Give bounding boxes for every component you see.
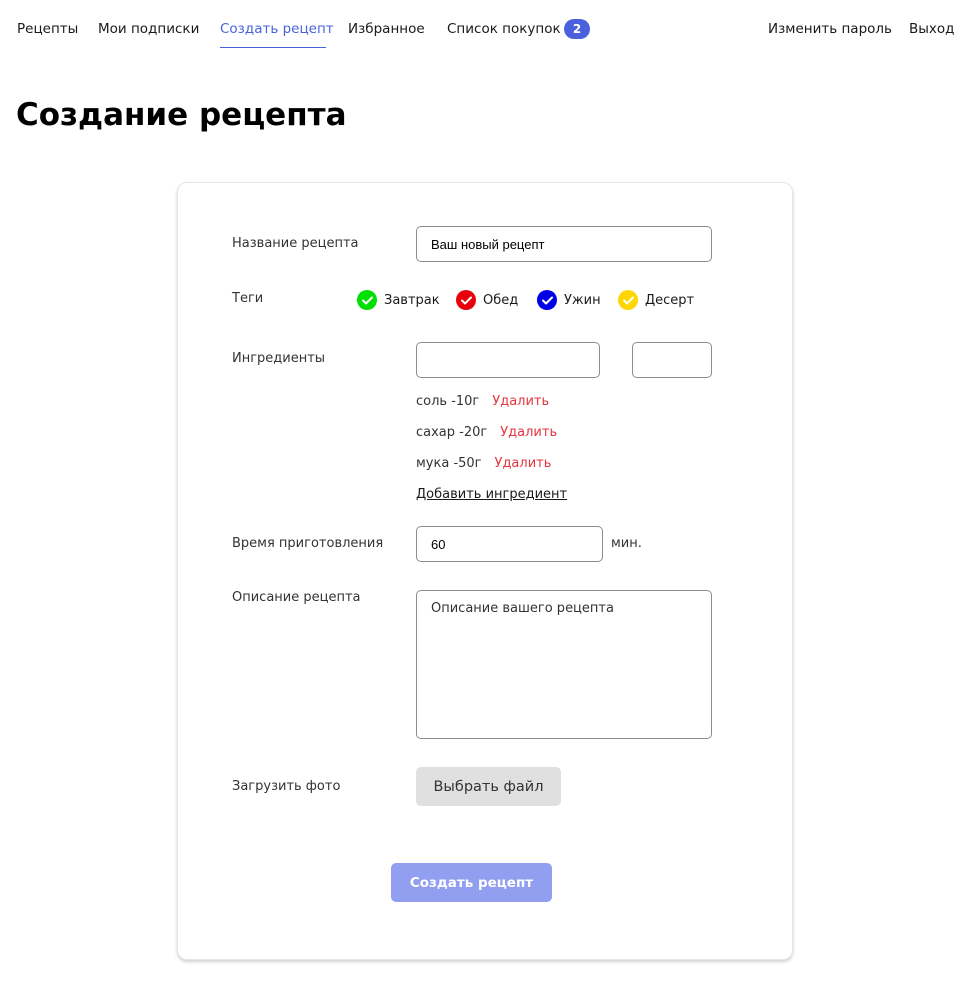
- ingredient-text: сахар -20г: [416, 425, 488, 440]
- description-label: Описание рецепта: [232, 590, 361, 605]
- tag-lunch[interactable]: Обед: [456, 289, 518, 311]
- tag-label: Обед: [483, 292, 519, 308]
- upload-photo-label: Загрузить фото: [232, 779, 341, 794]
- delete-ingredient-link[interactable]: Удалить: [495, 456, 552, 471]
- description-textarea[interactable]: [416, 590, 712, 739]
- checkmark-icon: [618, 290, 638, 310]
- checkmark-icon: [537, 290, 557, 310]
- cooking-time-unit: мин.: [611, 536, 642, 551]
- nav-link-change-password[interactable]: Изменить пароль: [768, 19, 892, 39]
- ingredient-amount-input[interactable]: [632, 342, 712, 378]
- active-tab-underline: [220, 47, 326, 48]
- checkmark-icon: [456, 290, 476, 310]
- add-ingredient-link[interactable]: Добавить ингредиент: [416, 486, 567, 504]
- tags-label: Теги: [232, 291, 264, 306]
- recipe-name-input[interactable]: [416, 226, 712, 262]
- tag-label: Ужин: [564, 292, 601, 308]
- tag-label: Десерт: [645, 292, 695, 308]
- tag-dessert[interactable]: Десерт: [618, 289, 694, 311]
- cooking-time-input[interactable]: [416, 526, 603, 562]
- ingredient-text: мука -50г: [416, 456, 482, 471]
- nav-link-shopping-list[interactable]: Список покупок: [447, 19, 561, 39]
- checkmark-icon: [357, 290, 377, 310]
- nav-link-recipes[interactable]: Рецепты: [17, 19, 78, 39]
- nav-link-logout[interactable]: Выход: [909, 19, 955, 39]
- nav-link-subscriptions[interactable]: Мои подписки: [98, 19, 199, 39]
- tag-dinner[interactable]: Ужин: [537, 289, 601, 311]
- choose-file-button[interactable]: Выбрать файл: [416, 767, 561, 806]
- ingredient-item: соль -10г Удалить: [416, 393, 549, 411]
- delete-ingredient-link[interactable]: Удалить: [500, 425, 557, 440]
- top-nav: Рецепты Мои подписки Создать рецепт Избр…: [0, 0, 974, 56]
- recipe-name-label: Название рецепта: [232, 236, 359, 251]
- ingredients-label: Ингредиенты: [232, 351, 326, 366]
- delete-ingredient-link[interactable]: Удалить: [492, 394, 549, 409]
- ingredient-text: соль -10г: [416, 394, 480, 409]
- nav-link-favorites[interactable]: Избранное: [348, 19, 425, 39]
- ingredient-name-input[interactable]: [416, 342, 600, 378]
- tag-breakfast[interactable]: Завтрак: [357, 289, 440, 311]
- cooking-time-label: Время приготовления: [232, 536, 384, 551]
- nav-link-create-recipe[interactable]: Создать рецепт: [220, 19, 334, 39]
- ingredient-item: сахар -20г Удалить: [416, 424, 557, 442]
- ingredient-item: мука -50г Удалить: [416, 455, 551, 473]
- tag-label: Завтрак: [384, 292, 440, 308]
- shopping-list-count-badge: 2: [564, 19, 590, 39]
- create-recipe-button[interactable]: Создать рецепт: [391, 863, 552, 902]
- page-title: Создание рецепта: [16, 97, 347, 133]
